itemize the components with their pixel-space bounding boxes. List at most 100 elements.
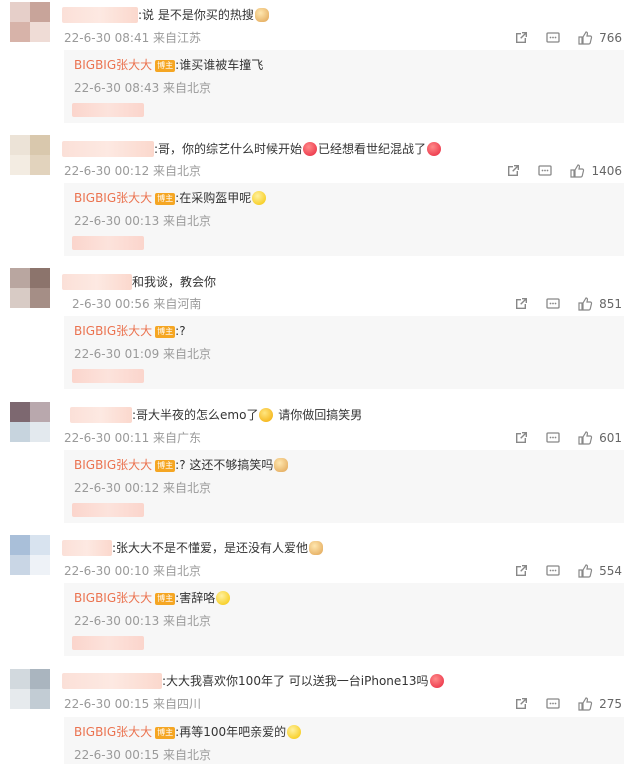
comment-meta: 2-6-30 00:56 来自河南 xyxy=(72,297,202,311)
reply-box: BIGBIG张大大 博主:在采购盔甲呢 22-6-30 00:13 来自北京 xyxy=(64,183,624,256)
like-count: 554 xyxy=(599,564,622,578)
username-blurred[interactable] xyxy=(62,7,138,23)
comment-actions: 1406 xyxy=(489,163,622,179)
smile-emoji-icon xyxy=(216,591,231,605)
comment-actions: 766 xyxy=(497,30,622,46)
author-name[interactable]: BIGBIG张大大 xyxy=(74,591,152,605)
share-icon[interactable] xyxy=(513,296,529,312)
comment-text: :说 是不是你买的热搜 xyxy=(138,7,270,23)
like-button[interactable]: 554 xyxy=(577,563,622,579)
avatar[interactable] xyxy=(10,535,50,575)
thumbs-up-icon xyxy=(578,297,593,311)
reply-line: BIGBIG张大大 博主:谁买谁被车撞飞 xyxy=(74,56,263,73)
username-blurred[interactable] xyxy=(62,141,154,157)
username-blurred[interactable] xyxy=(62,274,132,290)
smile-emoji-icon xyxy=(252,191,267,205)
reply-line: BIGBIG张大大 博主:在采购盔甲呢 xyxy=(74,189,267,206)
more-replies-blurred[interactable] xyxy=(72,636,144,650)
share-icon[interactable] xyxy=(513,696,529,712)
share-icon[interactable] xyxy=(513,430,529,446)
like-button[interactable]: 851 xyxy=(577,296,622,312)
cat-emoji-icon xyxy=(309,541,324,555)
reply-box: BIGBIG张大大 博主:谁买谁被车撞飞 22-6-30 08:43 来自北京 xyxy=(64,50,624,123)
like-button[interactable]: 275 xyxy=(577,696,622,712)
reply-meta: 22-6-30 00:13 来自北京 xyxy=(74,614,212,628)
like-count: 1406 xyxy=(591,164,622,178)
comment-text: :张大大不是不懂爱，是还没有人爱他 xyxy=(112,540,324,556)
reply-box: BIGBIG张大大 博主:再等100年吧亲爱的 22-6-30 00:15 来自北… xyxy=(64,717,624,764)
heart-eyes-emoji-icon xyxy=(429,674,444,688)
author-name[interactable]: BIGBIG张大大 xyxy=(74,191,152,205)
comment-icon[interactable] xyxy=(545,696,561,712)
reply-meta: 22-6-30 00:12 来自北京 xyxy=(74,481,212,495)
comment-text: :大大我喜欢你100年了 可以送我一台iPhone13吗 xyxy=(162,673,445,689)
comment-meta: 22-6-30 00:10 来自北京 xyxy=(64,564,202,578)
author-badge: 博主 xyxy=(155,726,176,739)
comment-meta: 22-6-30 00:12 来自北京 xyxy=(64,164,202,178)
share-icon[interactable] xyxy=(513,30,529,46)
author-badge: 博主 xyxy=(155,325,176,338)
more-replies-blurred[interactable] xyxy=(72,236,144,250)
share-icon[interactable] xyxy=(513,563,529,579)
like-count: 601 xyxy=(599,431,622,445)
reply-meta: 22-6-30 08:43 来自北京 xyxy=(74,81,212,95)
reply-text: :? xyxy=(175,324,186,338)
more-replies-blurred[interactable] xyxy=(72,103,144,117)
comment-icon[interactable] xyxy=(545,296,561,312)
like-button[interactable]: 766 xyxy=(577,30,622,46)
thumbs-up-icon xyxy=(570,164,585,178)
author-name[interactable]: BIGBIG张大大 xyxy=(74,458,152,472)
comment-icon[interactable] xyxy=(537,163,553,179)
smile-emoji-icon xyxy=(287,725,302,739)
avatar[interactable] xyxy=(10,268,50,308)
reply-box: BIGBIG张大大 博主:? 22-6-30 01:09 来自北京 xyxy=(64,316,624,389)
author-badge: 博主 xyxy=(155,59,176,72)
like-count: 275 xyxy=(599,697,622,711)
reply-box: BIGBIG张大大 博主:害辞咯 22-6-30 00:13 来自北京 xyxy=(64,583,624,656)
more-replies-blurred[interactable] xyxy=(72,369,144,383)
like-count: 851 xyxy=(599,297,622,311)
reply-text: :再等100年吧亲爱的 xyxy=(175,725,287,739)
comment-meta: 22-6-30 00:15 来自四川 xyxy=(64,697,202,711)
comment-text: :哥大半夜的怎么emo了 请你做回搞笑男 xyxy=(132,408,363,422)
more-replies-blurred[interactable] xyxy=(72,503,144,517)
thumbs-up-icon xyxy=(578,697,593,711)
reply-box: BIGBIG张大大 博主:? 这还不够搞笑吗 22-6-30 00:12 来自北京 xyxy=(64,450,624,523)
reply-line: BIGBIG张大大 博主:? xyxy=(74,322,186,339)
author-badge: 博主 xyxy=(155,192,176,205)
comment-actions: 601 xyxy=(497,430,622,446)
share-icon[interactable] xyxy=(505,163,521,179)
cat-emoji-icon xyxy=(274,458,289,472)
thumbs-up-icon xyxy=(578,31,593,45)
comment-icon[interactable] xyxy=(545,430,561,446)
comment-icon[interactable] xyxy=(545,563,561,579)
avatar[interactable] xyxy=(10,402,50,442)
avatar[interactable] xyxy=(10,669,50,709)
comment-icon[interactable] xyxy=(545,30,561,46)
author-name[interactable]: BIGBIG张大大 xyxy=(74,58,152,72)
comment-meta: 22-6-30 08:41 来自江苏 xyxy=(64,31,202,45)
reply-text: :? 这还不够搞笑吗 xyxy=(175,458,274,472)
comment-actions: 851 xyxy=(497,296,622,312)
comment-actions: 275 xyxy=(497,696,622,712)
cat-emoji-icon xyxy=(254,8,269,22)
username-blurred[interactable] xyxy=(62,673,162,689)
crying-emoji-icon xyxy=(259,408,274,422)
comment-text: 和我谈，教会你 xyxy=(132,275,217,289)
reply-line: BIGBIG张大大 博主:? 这还不够搞笑吗 xyxy=(74,456,289,473)
like-button[interactable]: 601 xyxy=(577,430,622,446)
avatar[interactable] xyxy=(10,2,50,42)
author-badge: 博主 xyxy=(155,592,176,605)
author-name[interactable]: BIGBIG张大大 xyxy=(74,324,152,338)
heart-eyes-emoji-icon xyxy=(427,142,442,156)
heart-eyes-emoji-icon xyxy=(303,142,318,156)
like-button[interactable]: 1406 xyxy=(569,163,622,179)
thumbs-up-icon xyxy=(578,564,593,578)
username-blurred[interactable] xyxy=(70,407,132,423)
username-blurred[interactable] xyxy=(62,540,112,556)
avatar[interactable] xyxy=(10,135,50,175)
reply-text: :害辞咯 xyxy=(175,591,216,605)
reply-text: :在采购盔甲呢 xyxy=(175,191,252,205)
reply-line: BIGBIG张大大 博主:再等100年吧亲爱的 xyxy=(74,723,302,740)
author-name[interactable]: BIGBIG张大大 xyxy=(74,725,152,739)
